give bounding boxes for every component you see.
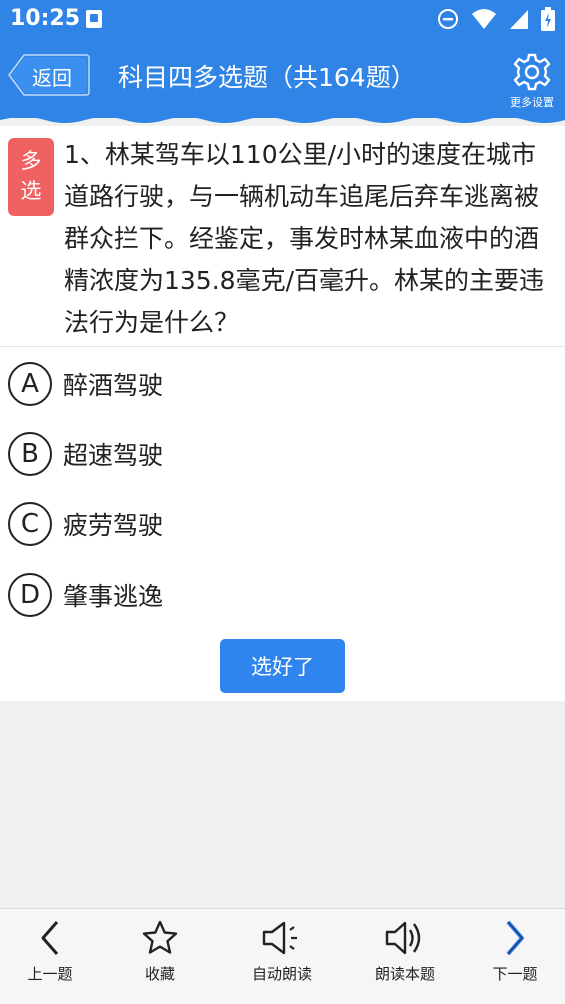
chevron-left-icon bbox=[41, 921, 59, 955]
option-text-a: 醉酒驾驶 bbox=[63, 371, 164, 400]
badge-line-2: 选 bbox=[20, 179, 42, 203]
confirm-button[interactable]: 选好了 bbox=[220, 639, 345, 693]
option-a[interactable]: A 醉酒驾驶 bbox=[8, 362, 163, 406]
more-settings-button[interactable]: 更多设置 bbox=[505, 52, 559, 110]
next-question-button[interactable]: 下一题 bbox=[465, 909, 565, 1004]
option-text-d: 肇事逃逸 bbox=[63, 582, 164, 611]
prev-question-button[interactable]: 上一题 bbox=[0, 909, 100, 1004]
speaker-icon bbox=[262, 921, 297, 955]
speaker-wave-icon bbox=[385, 921, 421, 955]
gear-icon bbox=[513, 53, 551, 91]
read-question-button[interactable]: 朗读本题 bbox=[355, 909, 455, 1004]
favorite-button[interactable]: 收藏 bbox=[110, 909, 210, 1004]
badge-line-1: 多 bbox=[20, 149, 42, 173]
status-time: 10:25 bbox=[10, 6, 81, 31]
app-header: 返回 科目四多选题（共164题） 更多设置 bbox=[0, 38, 565, 123]
page-title: 科目四多选题（共164题） bbox=[118, 63, 416, 92]
status-icons bbox=[437, 7, 555, 31]
more-settings-label: 更多设置 bbox=[510, 96, 554, 109]
question-text: 1、林某驾车以110公里/小时的速度在城市道路行驶，与一辆机动车追尾后弃车逃离被… bbox=[64, 140, 544, 337]
option-c[interactable]: C 疲劳驾驶 bbox=[8, 502, 163, 546]
option-letter-c: C bbox=[8, 502, 52, 546]
question-type-badge: 多 选 bbox=[8, 138, 54, 216]
option-text-c: 疲劳驾驶 bbox=[63, 511, 164, 540]
battery-icon bbox=[541, 7, 555, 31]
option-text-b: 超速驾驶 bbox=[63, 441, 164, 470]
divider bbox=[0, 346, 565, 347]
option-letter-d: D bbox=[8, 573, 52, 617]
next-question-label: 下一题 bbox=[492, 965, 538, 983]
chevron-right-icon bbox=[506, 920, 524, 956]
signal-icon bbox=[510, 10, 528, 29]
option-letter-b: B bbox=[8, 432, 52, 476]
back-button[interactable]: 返回 bbox=[8, 54, 90, 96]
status-bar: 10:25 bbox=[0, 0, 565, 38]
read-question-label: 朗读本题 bbox=[374, 965, 435, 983]
favorite-label: 收藏 bbox=[144, 965, 175, 983]
notification-icon bbox=[86, 10, 102, 28]
bottom-nav: 上一题 收藏 自动朗读 朗读本题 下一题 bbox=[0, 908, 565, 1004]
question-card: 多 选 1、林某驾车以110公里/小时的速度在城市道路行驶，与一辆机动车追尾后弃… bbox=[0, 126, 565, 701]
auto-read-label: 自动朗读 bbox=[251, 965, 312, 983]
do-not-disturb-icon bbox=[438, 9, 458, 29]
prev-question-label: 上一题 bbox=[27, 965, 73, 983]
star-icon bbox=[142, 920, 178, 954]
option-b[interactable]: B 超速驾驶 bbox=[8, 432, 163, 476]
back-label: 返回 bbox=[32, 66, 72, 90]
auto-read-button[interactable]: 自动朗读 bbox=[232, 909, 332, 1004]
wifi-icon bbox=[472, 9, 496, 29]
option-letter-a: A bbox=[8, 362, 52, 406]
option-d[interactable]: D 肇事逃逸 bbox=[8, 573, 163, 617]
